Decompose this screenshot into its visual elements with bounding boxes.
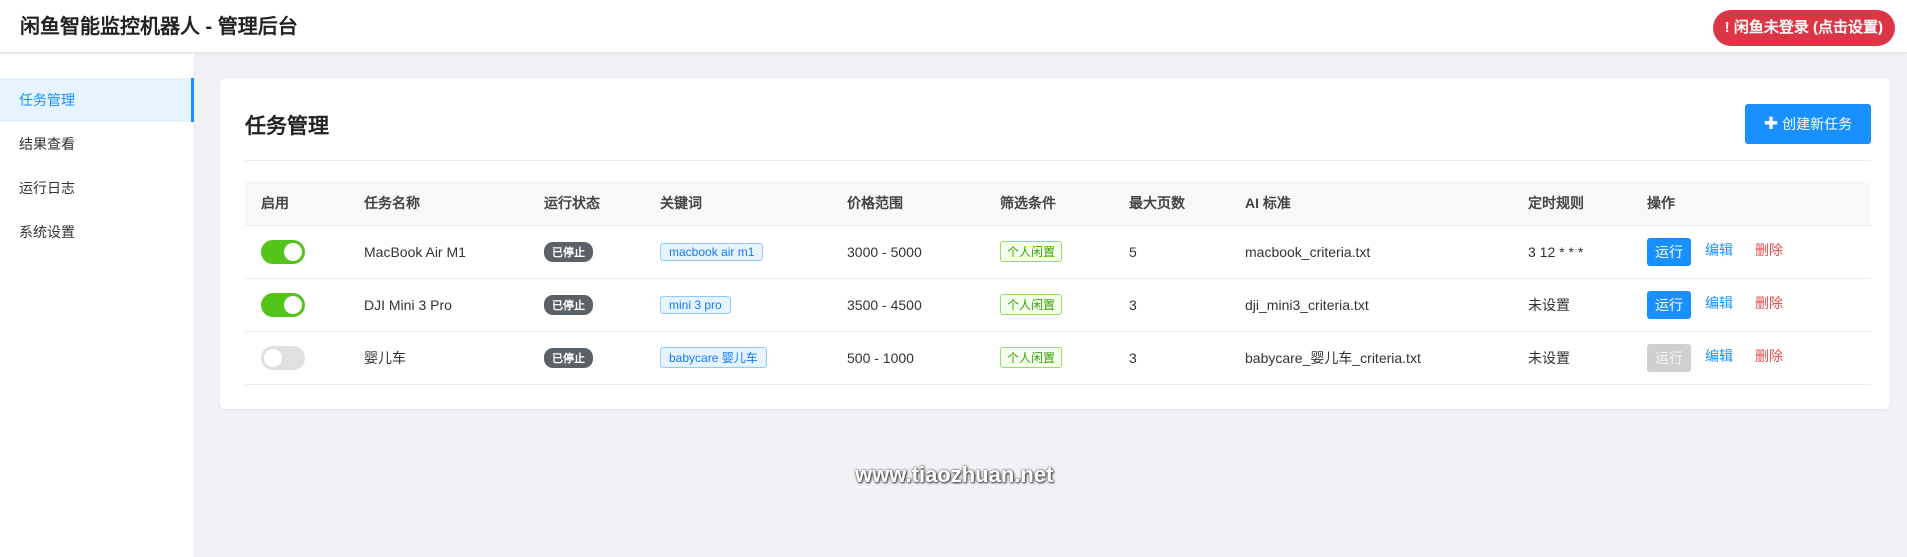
- table-header-row: 启用 任务名称 运行状态 关键词 价格范围 筛选条件 最大页数 AI 标准 定时规则 操作: [245, 181, 1871, 226]
- keyword-tag: mini 3 pro: [660, 295, 731, 314]
- ai-criteria: babycare_婴儿车_criteria.txt: [1229, 331, 1512, 385]
- actions-cell: 运行 编辑 删除: [1631, 225, 1871, 279]
- max-pages: 3: [1113, 278, 1229, 332]
- enable-toggle[interactable]: [261, 292, 305, 317]
- schedule: 3 12 * * *: [1512, 225, 1631, 279]
- top-bar: 闲鱼智能监控机器人 - 管理后台 ! 闲鱼未登录 (点击设置): [0, 0, 1907, 53]
- table-row: MacBook Air M1 已停止 macbook air m1 3000 - 50…: [245, 225, 1871, 279]
- column-header: 操作: [1631, 181, 1871, 226]
- enable-toggle[interactable]: [261, 239, 305, 264]
- column-header: 关键词: [644, 181, 831, 226]
- sidebar: 任务管理 结果查看 运行日志 系统设置: [0, 54, 195, 557]
- column-header: 最大页数: [1113, 181, 1229, 226]
- run-button[interactable]: 运行: [1647, 343, 1691, 372]
- price-range: 3500 - 4500: [831, 278, 984, 332]
- sidebar-item-2[interactable]: 运行日志: [0, 166, 194, 210]
- enable-cell: [245, 278, 348, 332]
- max-pages: 3: [1113, 331, 1229, 385]
- app-title: 闲鱼智能监控机器人 - 管理后台: [20, 16, 298, 38]
- price-range: 3000 - 5000: [831, 225, 984, 279]
- task-name: DJI Mini 3 Pro: [348, 278, 528, 332]
- keyword-cell: mini 3 pro: [644, 278, 831, 332]
- sidebar-item-1[interactable]: 结果查看: [0, 122, 194, 166]
- delete-link[interactable]: 删除: [1755, 295, 1783, 311]
- status-cell: 已停止: [528, 225, 644, 279]
- watermark: www.tiaozhuan.net: [855, 462, 1054, 487]
- task-table: 启用 任务名称 运行状态 关键词 价格范围 筛选条件 最大页数 AI 标准 定时规则 操作 Mac…: [245, 181, 1871, 385]
- max-pages: 5: [1113, 225, 1229, 279]
- ai-criteria: macbook_criteria.txt: [1229, 225, 1512, 279]
- column-header: 筛选条件: [984, 181, 1113, 226]
- column-header: 启用: [245, 181, 348, 226]
- edit-link[interactable]: 编辑: [1705, 295, 1733, 311]
- keyword-tag: babycare 婴儿车: [660, 347, 767, 368]
- edit-link[interactable]: 编辑: [1705, 242, 1733, 258]
- page-title: 任务管理: [245, 115, 329, 138]
- status-badge: 已停止: [544, 347, 593, 368]
- sidebar-item-3[interactable]: 系统设置: [0, 210, 194, 254]
- task-card: 任务管理 ✚ 创建新任务 启用 任务名称 运行状态 关键词 价格范围 筛选条件 最大页数 AI …: [220, 78, 1890, 409]
- enable-cell: [245, 331, 348, 385]
- column-header: 任务名称: [348, 181, 528, 226]
- enable-cell: [245, 225, 348, 279]
- filter-tag: 个人闲置: [1000, 241, 1063, 262]
- delete-link[interactable]: 删除: [1755, 348, 1783, 364]
- create-task-label: 创建新任务: [1782, 116, 1853, 132]
- sidebar-nav: 任务管理 结果查看 运行日志 系统设置: [0, 78, 194, 254]
- toggle-knob: [264, 348, 282, 367]
- enable-toggle[interactable]: [261, 345, 305, 370]
- keyword-cell: macbook air m1: [644, 225, 831, 279]
- column-header: 定时规则: [1512, 181, 1631, 226]
- keyword-cell: babycare 婴儿车: [644, 331, 831, 385]
- edit-link[interactable]: 编辑: [1705, 348, 1733, 364]
- column-header: 价格范围: [831, 181, 984, 226]
- status-cell: 已停止: [528, 278, 644, 332]
- sidebar-item-0[interactable]: 任务管理: [0, 78, 194, 122]
- divider: [245, 160, 1871, 161]
- schedule: 未设置: [1512, 331, 1631, 385]
- run-button[interactable]: 运行: [1647, 290, 1691, 319]
- price-range: 500 - 1000: [831, 331, 984, 385]
- keyword-tag: macbook air m1: [660, 242, 764, 261]
- plus-icon: ✚: [1763, 114, 1779, 133]
- table-row: DJI Mini 3 Pro 已停止 mini 3 pro 3500 - 4500 个人…: [245, 278, 1871, 332]
- run-button[interactable]: 运行: [1647, 237, 1691, 266]
- status-badge: 已停止: [544, 241, 593, 262]
- schedule: 未设置: [1512, 278, 1631, 332]
- status-cell: 已停止: [528, 331, 644, 385]
- task-name: MacBook Air M1: [348, 225, 528, 279]
- create-task-button[interactable]: ✚ 创建新任务: [1745, 104, 1871, 144]
- filter-tag: 个人闲置: [1000, 294, 1063, 315]
- delete-link[interactable]: 删除: [1755, 242, 1783, 258]
- status-badge: 已停止: [544, 294, 593, 315]
- toggle-knob: [284, 295, 302, 314]
- table-row: 婴儿车 已停止 babycare 婴儿车 500 - 1000 个人闲置 3 babycar…: [245, 331, 1871, 385]
- login-status-button[interactable]: ! 闲鱼未登录 (点击设置): [1712, 10, 1895, 46]
- column-header: AI 标准: [1229, 181, 1512, 226]
- toggle-knob: [284, 242, 302, 261]
- task-name: 婴儿车: [348, 331, 528, 385]
- ai-criteria: dji_mini3_criteria.txt: [1229, 278, 1512, 332]
- column-header: 运行状态: [528, 181, 644, 226]
- filter-cell: 个人闲置: [984, 331, 1113, 385]
- actions-cell: 运行 编辑 删除: [1631, 331, 1871, 385]
- filter-cell: 个人闲置: [984, 278, 1113, 332]
- actions-cell: 运行 编辑 删除: [1631, 278, 1871, 332]
- filter-cell: 个人闲置: [984, 225, 1113, 279]
- filter-tag: 个人闲置: [1000, 347, 1063, 368]
